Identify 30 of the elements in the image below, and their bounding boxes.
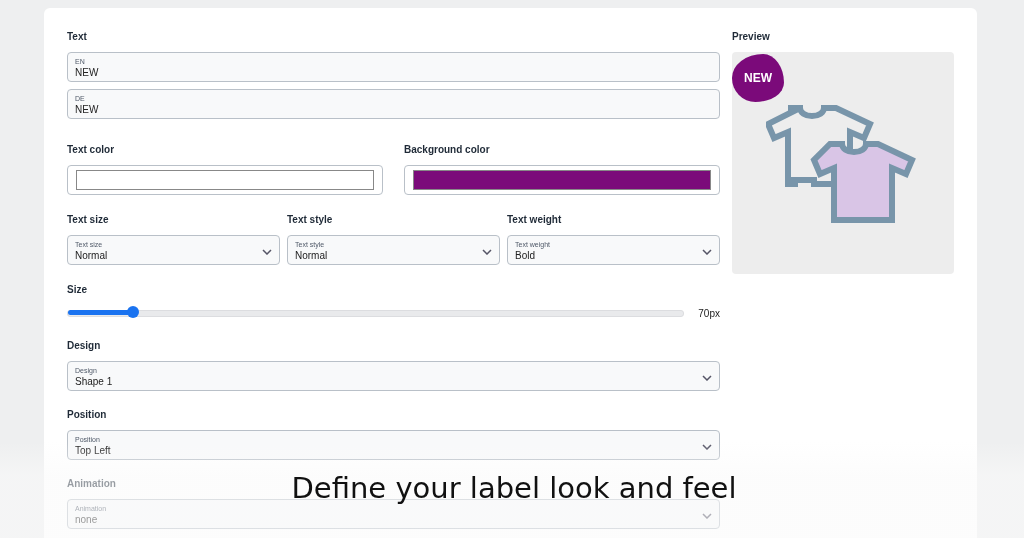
chevron-down-icon <box>702 443 712 450</box>
chevron-down-icon <box>702 512 712 519</box>
section-label: Text style <box>287 213 333 227</box>
chevron-down-icon <box>482 248 492 255</box>
chevron-down-icon <box>702 248 712 255</box>
field-value: Normal <box>295 249 328 262</box>
section-label: Background color <box>404 143 490 157</box>
chevron-down-icon <box>262 248 272 255</box>
field-value: Top Left <box>75 444 111 457</box>
field-value: NEW <box>75 103 99 116</box>
field-value: NEW <box>75 66 99 79</box>
section-label: Size <box>67 283 87 297</box>
section-label: Text color <box>67 143 115 157</box>
section-label: Design <box>67 339 101 353</box>
section-label: Text <box>67 30 87 44</box>
field-value: none <box>75 513 99 526</box>
color-field[interactable] <box>404 165 720 195</box>
field-value: Normal <box>75 249 108 262</box>
field-value: Shape 1 <box>75 375 113 388</box>
section-label: Position <box>67 408 107 422</box>
slider-value: 70px <box>698 307 720 319</box>
section-label: Text size <box>67 213 109 227</box>
section-label: Preview <box>732 30 770 44</box>
section-label: Animation <box>67 477 116 491</box>
chevron-down-icon <box>702 374 712 381</box>
new-badge: NEW <box>732 54 784 102</box>
color-field[interactable] <box>67 165 383 195</box>
field-value: Bold <box>515 249 536 262</box>
section-label: Text weight <box>507 213 562 227</box>
slider-thumb[interactable] <box>126 305 139 318</box>
